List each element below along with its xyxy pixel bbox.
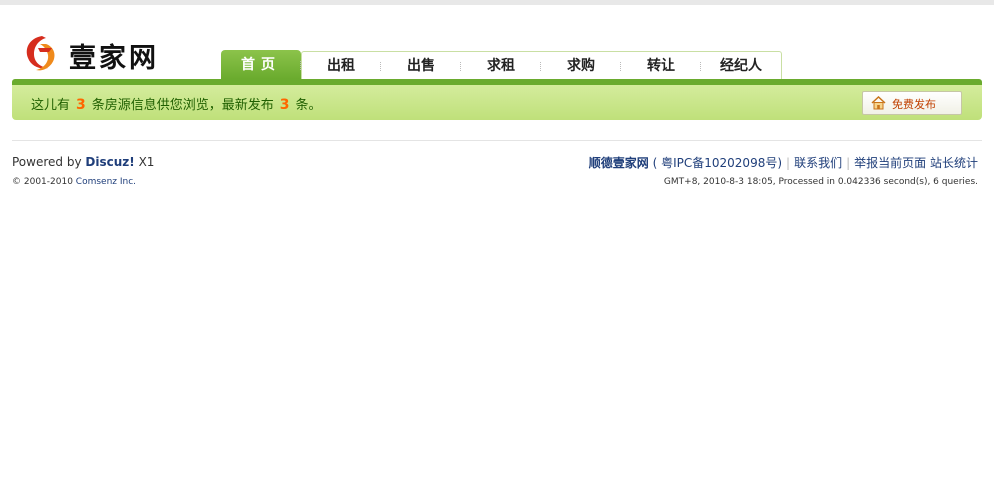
comsenz-link[interactable]: Comsenz Inc. — [76, 177, 136, 187]
summary-suffix: 条。 — [295, 98, 322, 113]
stats-link[interactable]: 站长统计 — [930, 156, 978, 170]
copyright: © 2001-2010 Comsenz Inc. — [12, 177, 136, 187]
discuz-link[interactable]: Discuz! — [85, 155, 134, 169]
nav-item-seek-buy[interactable]: 求购 — [541, 51, 621, 79]
icp-link[interactable]: ( 粤IPC备10202098号) — [653, 156, 782, 170]
nav-item-sell[interactable]: 出售 — [381, 51, 461, 79]
footer-divider — [12, 140, 982, 141]
site-name-link[interactable]: 顺德壹家网 — [589, 156, 649, 170]
new-count: 3 — [279, 97, 290, 113]
copyright-years: © 2001-2010 — [12, 177, 73, 187]
powered-by: Powered by Discuz! X1 — [12, 155, 154, 169]
logo-text: 壹家网 — [69, 43, 159, 74]
logo-icon — [26, 36, 55, 71]
nav-item-home[interactable]: 首页 — [221, 50, 301, 79]
footer-links: 顺德壹家网 ( 粤IPC备10202098号) | 联系我们 | 举报当前页面 站长统计 — [589, 154, 978, 171]
processing-info: GMT+8, 2010-8-3 18:05, Processed in 0.04… — [663, 177, 978, 187]
summary-prefix: 这儿有 — [31, 98, 71, 113]
report-link[interactable]: 举报当前页面 — [854, 156, 926, 170]
summary-middle: 条房源信息供您浏览，最新发布 — [91, 98, 274, 113]
listing-summary: 这儿有 3 条房源信息供您浏览，最新发布 3 条。 — [31, 94, 322, 113]
nav-item-agent[interactable]: 经纪人 — [701, 51, 781, 79]
main-nav: 首页 出租 出售 求租 求购 转让 经纪人 — [221, 50, 782, 79]
nav-item-seek-rent[interactable]: 求租 — [461, 51, 541, 79]
separator: | — [846, 156, 851, 170]
listing-info-bar: 这儿有 3 条房源信息供您浏览，最新发布 3 条。 免费发布 — [12, 85, 982, 120]
powered-prefix: Powered by — [12, 155, 82, 169]
nav-item-transfer[interactable]: 转让 — [621, 51, 701, 79]
total-count: 3 — [76, 97, 86, 113]
nav-item-rent-out[interactable]: 出租 — [301, 51, 381, 79]
house-icon — [871, 96, 886, 110]
contact-link[interactable]: 联系我们 — [794, 156, 842, 170]
free-publish-button[interactable]: 免费发布 — [862, 91, 962, 115]
publish-label: 免费发布 — [892, 98, 936, 111]
powered-version: X1 — [138, 155, 155, 169]
site-logo[interactable]: 壹家网 — [22, 32, 182, 76]
separator: | — [786, 156, 791, 170]
top-strip — [0, 0, 994, 5]
